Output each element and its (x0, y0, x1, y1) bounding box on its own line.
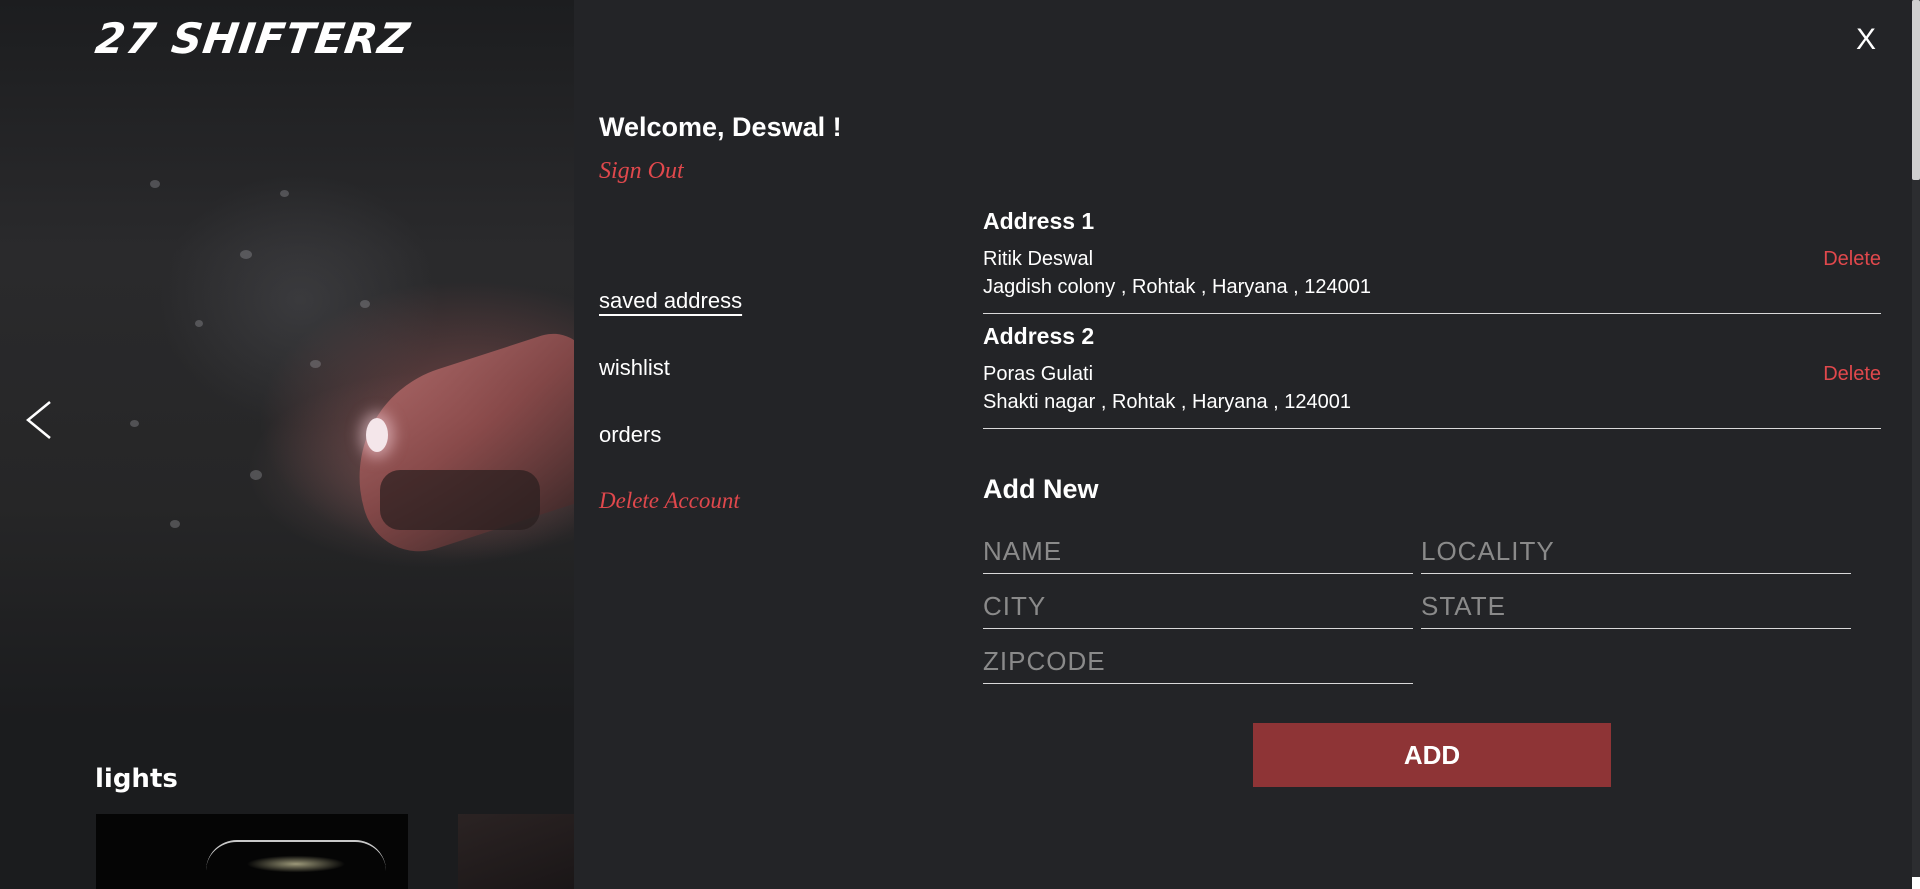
nav-item-saved-address[interactable]: saved address (599, 288, 742, 314)
rain-drop (240, 250, 252, 259)
saved-address-list: Address 1 Ritik Deswal Jagdish colony , … (983, 208, 1881, 438)
rain-drop (360, 300, 370, 308)
delete-address-button[interactable]: Delete (1823, 248, 1881, 271)
sign-out-link[interactable]: Sign Out (599, 158, 684, 185)
rain-drop (170, 520, 180, 528)
add-address-button[interactable]: ADD (1253, 723, 1611, 787)
zipcode-input[interactable] (983, 642, 1413, 684)
product-thumbnail[interactable] (96, 814, 408, 889)
nav-item-orders[interactable]: orders (599, 422, 661, 448)
address-line: Jagdish colony , Rohtak , Haryana , 1240… (983, 276, 1372, 298)
state-input[interactable] (1421, 587, 1851, 629)
address-recipient-name: Poras Gulati (983, 363, 1094, 385)
welcome-heading: Welcome, Deswal ! (599, 112, 842, 142)
city-input[interactable] (983, 587, 1413, 629)
rain-drop (280, 190, 289, 197)
nav-item-delete-account[interactable]: Delete Account (599, 488, 740, 514)
hero-banner (0, 0, 574, 720)
address-card: Address 2 Poras Gulati Shakti nagar , Ro… (983, 323, 1881, 429)
rain-drop (195, 320, 203, 327)
rain-drop (250, 470, 262, 480)
address-recipient-name: Ritik Deswal (983, 248, 1094, 270)
address-title: Address 2 (983, 323, 1095, 349)
rain-drop (310, 360, 321, 368)
carousel-prev-button[interactable] (22, 392, 58, 448)
account-panel: X Welcome, Deswal ! Sign Out saved addre… (574, 0, 1920, 889)
scrollbar-thumb[interactable] (1912, 0, 1920, 180)
scrollbar[interactable] (1912, 0, 1920, 889)
product-thumbnail[interactable] (458, 814, 574, 889)
close-button[interactable]: X (1846, 18, 1886, 62)
add-new-heading: Add New (983, 474, 1099, 504)
car-headlight (366, 418, 388, 452)
rain-drop (150, 180, 160, 188)
brand-logo[interactable]: 27 SHIFTERZ (92, 14, 414, 63)
car-grille (380, 470, 540, 530)
headlight-image (206, 840, 386, 876)
delete-address-button[interactable]: Delete (1823, 363, 1881, 386)
section-title-lights: lights (95, 764, 178, 794)
name-input[interactable] (983, 532, 1413, 574)
address-card: Address 1 Ritik Deswal Jagdish colony , … (983, 208, 1881, 314)
rain-drop (130, 420, 139, 427)
address-title: Address 1 (983, 208, 1095, 234)
address-line: Shakti nagar , Rohtak , Haryana , 124001 (983, 391, 1352, 413)
scroll-down-arrow[interactable] (1912, 877, 1920, 889)
chevron-left-icon (26, 401, 51, 439)
background-page: 27 SHIFTERZ lights (0, 0, 574, 889)
nav-item-wishlist[interactable]: wishlist (599, 355, 670, 381)
locality-input[interactable] (1421, 532, 1851, 574)
